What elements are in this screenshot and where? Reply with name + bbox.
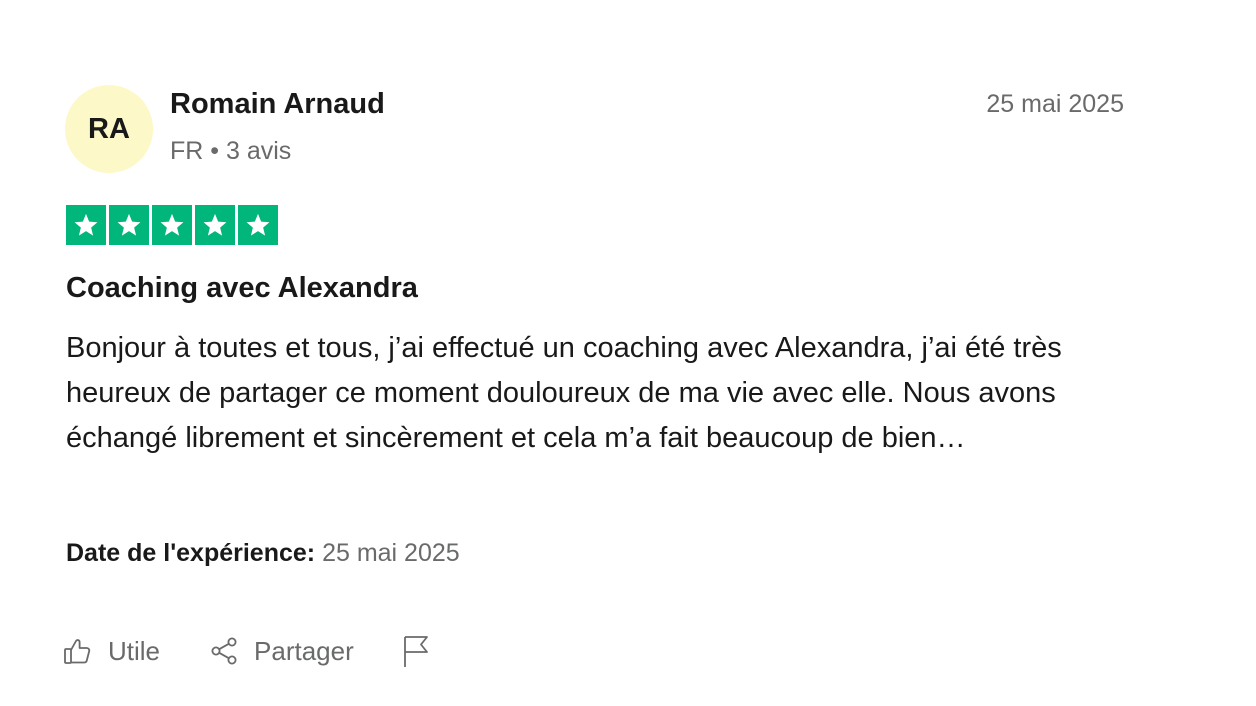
thumbs-up-icon: [62, 635, 94, 667]
share-label: Partager: [254, 635, 354, 666]
star-icon: [66, 205, 106, 245]
review-actions: Utile Partager: [62, 634, 432, 668]
star-rating: [66, 205, 278, 245]
reviewer-name[interactable]: Romain Arnaud: [170, 88, 385, 121]
review-title[interactable]: Coaching avec Alexandra: [66, 272, 418, 305]
star-icon: [152, 205, 192, 245]
review-date: 25 mai 2025: [986, 90, 1124, 118]
experience-date: Date de l'expérience: 25 mai 2025: [66, 539, 460, 568]
report-button[interactable]: [400, 634, 432, 668]
useful-label: Utile: [108, 635, 161, 666]
star-icon: [195, 205, 235, 245]
share-icon: [208, 635, 240, 667]
avatar[interactable]: RA: [65, 85, 153, 173]
share-button[interactable]: Partager: [208, 635, 354, 667]
experience-date-label: Date de l'expérience:: [66, 539, 316, 567]
avatar-initials: RA: [88, 112, 130, 145]
reviewer-meta: FR • 3 avis: [170, 137, 292, 165]
useful-button[interactable]: Utile: [62, 635, 160, 667]
star-icon: [109, 205, 149, 245]
review-body[interactable]: Bonjour à toutes et tous, j’ai effectué …: [66, 326, 1146, 461]
star-icon: [238, 205, 278, 245]
flag-icon: [400, 634, 432, 668]
review-card: RA Romain Arnaud FR • 3 avis 25 mai 2025…: [0, 0, 1256, 706]
experience-date-value: 25 mai 2025: [322, 539, 460, 567]
